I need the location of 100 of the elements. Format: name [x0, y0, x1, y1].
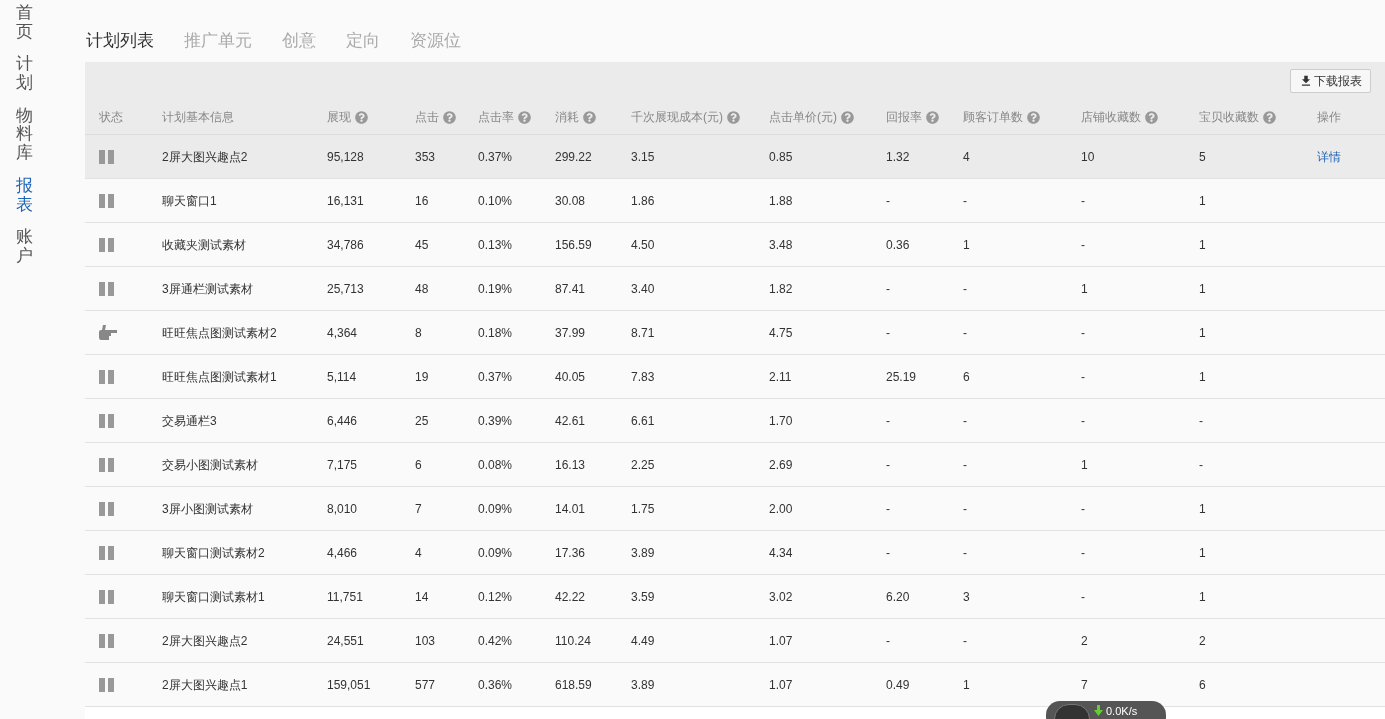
table-cell-text: 2.11 [769, 368, 793, 386]
table-cell-text: 618.59 [555, 676, 593, 694]
column-header: 计划基本信息 [162, 109, 234, 126]
table-row[interactable]: 聊天窗口1 16,131 16 0.10% 30.08 1.86 1.88 - - - 1 [85, 179, 1385, 223]
table-cell-text: 34,786 [327, 236, 365, 254]
table-row[interactable]: 旺旺焦点图测试素材2 4,364 8 0.18% 37.99 8.71 4.75 - - - 1 [85, 311, 1385, 355]
table-cell-text: 1.88 [769, 192, 794, 210]
download-arrow-icon [1094, 705, 1103, 716]
table-row[interactable]: 收藏夹测试素材 34,786 45 0.13% 156.59 4.50 3.48 0.36 1 - 1 [85, 223, 1385, 267]
table-cell-text: 聊天窗口测试素材2 [162, 544, 266, 562]
table-cell-text: 8,010 [327, 500, 359, 518]
table-row[interactable]: 旺旺焦点图测试素材1 5,114 19 0.37% 40.05 7.83 2.11 25.19 6 - 1 [85, 355, 1385, 399]
table-cell-text: - [1081, 412, 1086, 430]
help-icon[interactable] [1145, 110, 1158, 124]
table-cell-text: 19 [415, 368, 430, 386]
table-cell-text: - [1081, 588, 1086, 606]
table-cell-text: 6 [963, 368, 971, 386]
table-cell-text: 3.48 [769, 236, 794, 254]
table-cell-text: 3屏小图测试素材 [162, 500, 254, 518]
table-cell-text: 0.19% [478, 280, 514, 298]
table-cell-text: 0.12% [478, 588, 514, 606]
column-header: 消耗 [555, 109, 579, 126]
help-icon[interactable] [443, 110, 456, 124]
table-cell-text: 0.18% [478, 324, 514, 342]
table-cell-text: 2屏大图兴趣点2 [162, 148, 249, 166]
help-icon[interactable] [355, 110, 368, 124]
column-header: 回报率 [886, 109, 922, 126]
sidebar-item[interactable]: 计划 [16, 55, 33, 93]
sidebar-item[interactable]: 报表 [16, 176, 33, 215]
table-cell-text: 0.13% [478, 236, 514, 254]
table-cell-text: - [886, 500, 891, 518]
table-cell-text: 5,114 [327, 368, 358, 386]
table-cell-text: 4,364 [327, 324, 359, 342]
table-cell-text: 40.05 [555, 368, 587, 386]
table-cell-text: 收藏夹测试素材 [162, 236, 247, 254]
table-cell-text: 156.59 [555, 236, 593, 254]
table-cell-text: 聊天窗口1 [162, 192, 218, 210]
table-cell-text: 1 [1199, 280, 1207, 298]
table-cell-text: 旺旺焦点图测试素材2 [162, 324, 278, 342]
table-cell-text: 0.09% [478, 500, 514, 518]
column-header: 点击单价(元) [769, 109, 837, 126]
table-cell-text: 1.86 [631, 192, 656, 210]
table-cell-text: 4.50 [631, 236, 656, 254]
table-cell-text: 0.49 [886, 676, 911, 694]
table-cell-text: 42.61 [555, 412, 587, 430]
table-cell-text: - [963, 280, 968, 298]
table-cell-text: 聊天窗口测试素材1 [162, 588, 266, 606]
table-cell-text: 1 [1199, 368, 1207, 386]
table-cell-text: 1 [1199, 236, 1207, 254]
table-cell-text: - [1081, 544, 1086, 562]
table-row[interactable]: 交易通栏3 6,446 25 0.39% 42.61 6.61 1.70 - - - - [85, 399, 1385, 443]
table-cell-text: 45 [415, 236, 430, 254]
table-row[interactable]: 交易小图测试素材 7,175 6 0.08% 16.13 2.25 2.69 - - 1 - [85, 443, 1385, 487]
table-cell-text: 1 [1199, 324, 1207, 342]
details-link[interactable]: 详情 [1317, 147, 1385, 166]
table-cell-text: 577 [415, 676, 437, 694]
table-cell-text: 42.22 [555, 588, 587, 606]
help-icon[interactable] [841, 110, 854, 124]
table-cell-text: 6.61 [631, 412, 656, 430]
table-cell-text: 16,131 [327, 192, 365, 210]
column-header: 点击 [415, 109, 439, 126]
table-cell-text: - [886, 632, 891, 650]
column-header: 展现 [327, 109, 351, 126]
table-cell-text: - [963, 500, 968, 518]
sidebar-item[interactable]: 物料库 [16, 106, 33, 163]
table-cell-text: 2.69 [769, 456, 794, 474]
download-button[interactable]: 下载报表 [1290, 69, 1371, 93]
table-cell-text: 4 [963, 148, 971, 166]
table-cell-text: 353 [415, 148, 437, 166]
sidebar-item[interactable]: 首页 [16, 4, 33, 42]
tab[interactable]: 计划列表 [86, 27, 154, 53]
table-cell-text: 0.85 [769, 148, 794, 166]
table-cell-text: 4,466 [327, 544, 359, 562]
table-row[interactable]: 聊天窗口测试素材1 11,751 14 0.12% 42.22 3.59 3.02 6.20 3 - 1 [85, 575, 1385, 619]
help-icon[interactable] [1027, 110, 1040, 124]
table-cell-text: 1.07 [769, 676, 794, 694]
table-cell-text: 交易通栏3 [162, 412, 218, 430]
table-cell-text: 7 [415, 500, 423, 518]
table-cell-text: 1 [1081, 280, 1089, 298]
table-row[interactable]: 2屏大图兴趣点1 159,051 577 0.36% 618.59 3.89 1.07 0.49 1 7 6 [85, 663, 1385, 707]
table-cell-text: 1 [1199, 588, 1207, 606]
table-row[interactable]: 2屏大图兴趣点2 95,128 353 0.37% 299.22 3.15 0.85 1.32 4 10 5 详情 [85, 135, 1385, 179]
table-cell-text: 1 [1081, 456, 1089, 474]
help-icon[interactable] [926, 110, 939, 124]
table-row[interactable]: 2屏大图兴趣点2 24,551 103 0.42% 110.24 4.49 1.07 - - 2 2 [85, 619, 1385, 663]
table-cell-text: 3.89 [631, 676, 656, 694]
column-header: 状态 [99, 109, 124, 126]
table-cell-text: 3屏通栏测试素材 [162, 280, 254, 298]
help-icon[interactable] [518, 110, 531, 124]
table-cell-text: - [886, 544, 891, 562]
table-row[interactable]: 聊天窗口测试素材2 4,466 4 0.09% 17.36 3.89 4.34 - - - 1 [85, 531, 1385, 575]
table-row[interactable]: 3屏小图测试素材 8,010 7 0.09% 14.01 1.75 2.00 - - - 1 [85, 487, 1385, 531]
table-cell-text: 0.08% [478, 456, 514, 474]
help-icon[interactable] [727, 110, 740, 124]
help-icon[interactable] [583, 110, 596, 124]
sidebar-item[interactable]: 账户 [16, 228, 33, 266]
help-icon[interactable] [1263, 110, 1276, 124]
table-row[interactable]: 3屏通栏测试素材 25,713 48 0.19% 87.41 3.40 1.82 - - 1 1 [85, 267, 1385, 311]
table-cell-text: 4.34 [769, 544, 794, 562]
table-cell-text: 3.59 [631, 588, 656, 606]
